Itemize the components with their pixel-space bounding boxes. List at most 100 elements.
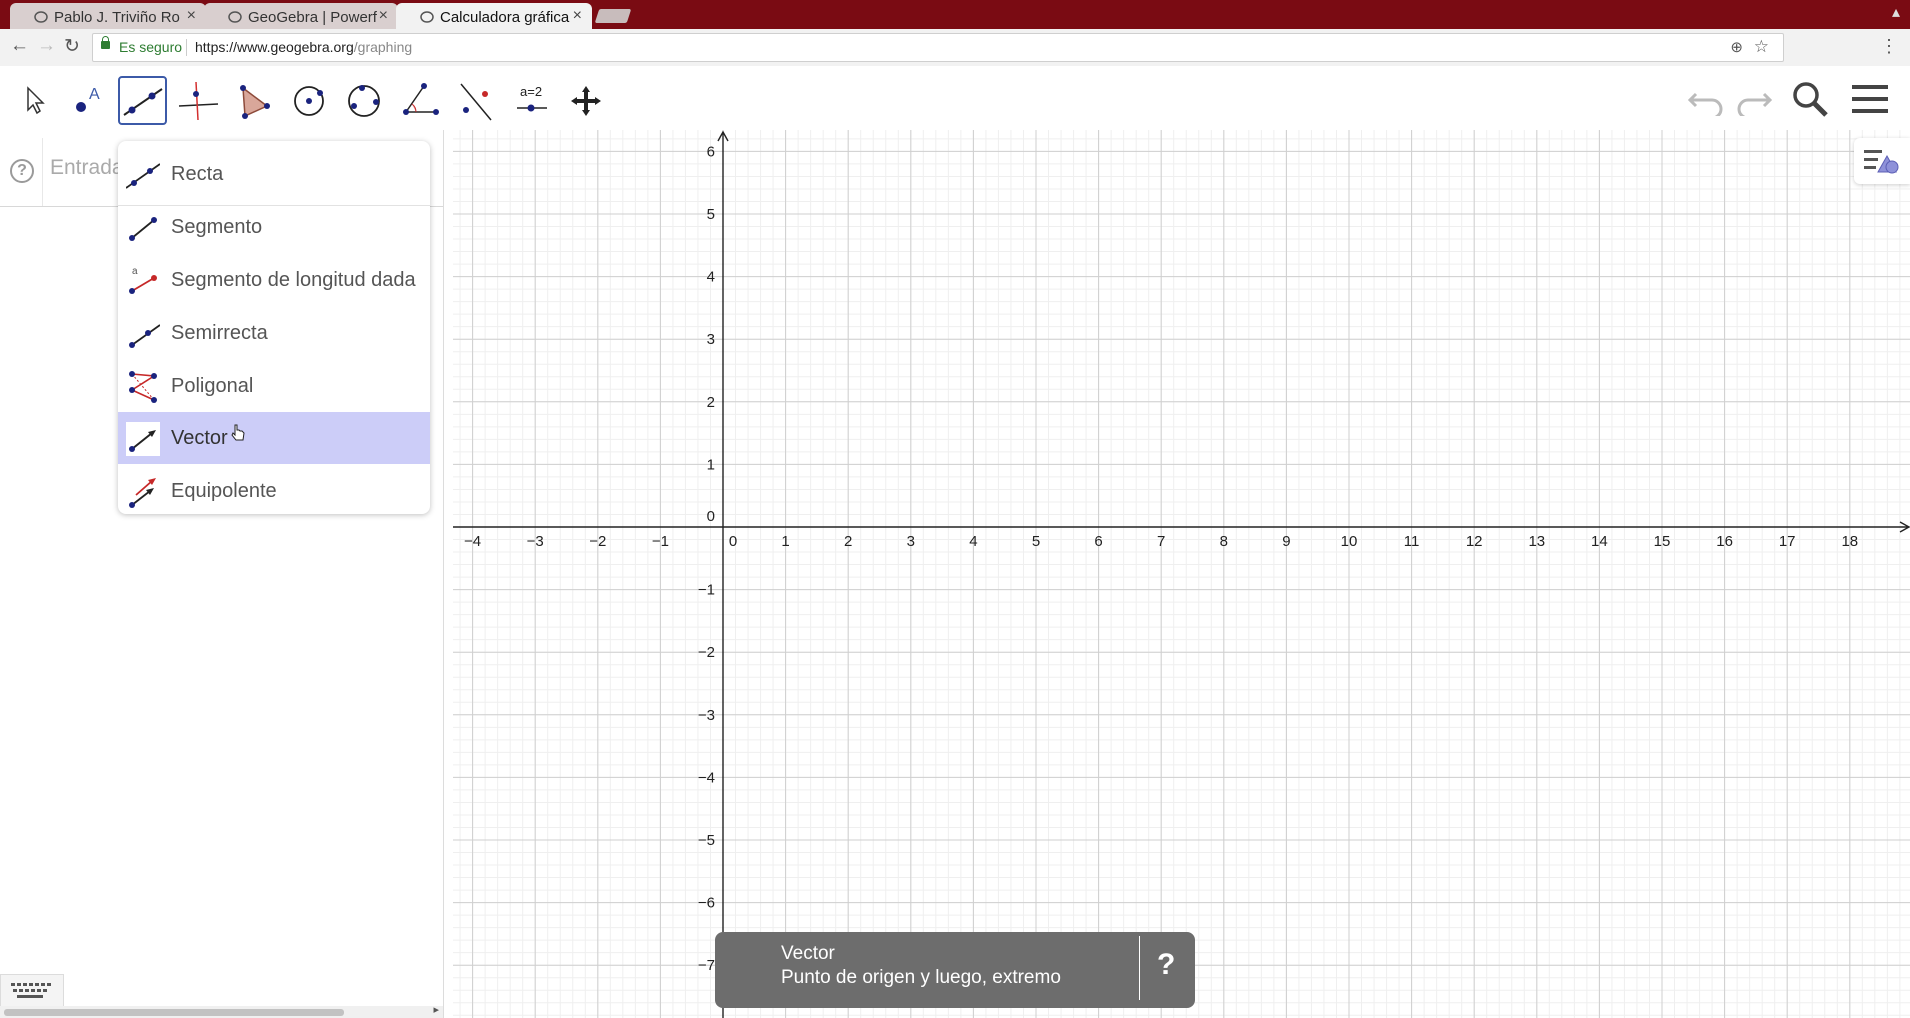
menu-item-segmento[interactable]: Segmento (118, 201, 430, 253)
hamburger-menu-icon[interactable] (1852, 84, 1890, 118)
polygon-tool-button[interactable] (229, 76, 278, 125)
y-tick-label: 0 (707, 508, 715, 525)
x-tick-label: −3 (527, 533, 544, 550)
search-icon[interactable] (1790, 80, 1830, 120)
svg-text:A: A (89, 86, 100, 103)
line-tool-icon (123, 88, 163, 116)
scrollbar-thumb[interactable] (4, 1009, 344, 1016)
slider-tool-icon: a=2 (517, 84, 547, 112)
tool-help-tooltip: Vector Punto de origen y luego, extremo … (715, 932, 1195, 1008)
menu-item-segmento-longitud[interactable]: a Segmento de longitud dada (118, 254, 430, 306)
tooltip-title: Vector (781, 943, 835, 964)
graphics-style-bar-button[interactable] (1854, 138, 1910, 184)
line-tools-dropdown: Recta Segmento a Segmento de longitud da… (118, 141, 430, 514)
x-tick-label: 17 (1779, 533, 1796, 550)
lock-icon (101, 36, 110, 49)
menu-item-equipolente[interactable]: Equipolente (118, 465, 430, 517)
move-tool-button[interactable] (8, 76, 57, 125)
perpendicular-tool-button[interactable] (174, 76, 223, 125)
conic-tool-button[interactable] (340, 76, 389, 125)
tooltip-help-button[interactable]: ? (1157, 948, 1175, 982)
browser-menu-icon[interactable]: ⋮ (1880, 36, 1898, 57)
vector-from-point-icon (129, 478, 156, 508)
y-tick-label: −1 (698, 582, 715, 599)
coordinate-plane[interactable]: −4 −3 −2 −1 0 1 2 3 4 5 6 7 8 9 10 11 12 13 14 15 16 17 186543… (453, 130, 1910, 1018)
x-tick-label: 11 (1404, 533, 1420, 550)
x-tick-label: −2 (589, 533, 606, 550)
tooltip-description: Punto de origen y luego, extremo (781, 967, 1061, 988)
menu-item-poligonal[interactable]: Poligonal (118, 360, 430, 412)
geogebra-favicon-icon (34, 11, 48, 23)
browser-tab-1[interactable]: Pablo J. Triviño Ro × (10, 3, 206, 29)
y-tick-label: 3 (707, 331, 715, 348)
redo-icon[interactable] (1734, 80, 1774, 116)
zoom-icon[interactable]: ⊕ (1730, 34, 1743, 61)
url-field[interactable]: Es seguro https://www.geogebra.org/graph… (92, 33, 1784, 62)
circle-tool-button[interactable] (285, 76, 334, 125)
undo-icon[interactable] (1686, 80, 1726, 116)
address-bar: ← → ↻ Es seguro https://www.geogebra.org… (0, 29, 1910, 67)
security-label: Es seguro (119, 39, 183, 55)
close-tab-icon[interactable]: × (573, 7, 582, 25)
line-icon (126, 163, 160, 189)
menu-item-recta[interactable]: Recta (118, 148, 430, 200)
x-tick-label: 16 (1716, 533, 1733, 550)
x-tick-label: 0 (729, 533, 737, 550)
new-tab-button[interactable] (594, 9, 632, 23)
forward-arrow-icon[interactable]: → (37, 35, 56, 57)
x-tick-label: 15 (1654, 533, 1671, 550)
x-tick-label: 9 (1282, 533, 1290, 550)
slider-tool-button[interactable]: a=2 (507, 76, 556, 125)
hand-cursor-icon (231, 424, 245, 441)
url-text: https://www.geogebra.org/graphing (195, 34, 412, 61)
graphics-view[interactable]: −4 −3 −2 −1 0 1 2 3 4 5 6 7 8 9 10 11 12 13 14 15 16 17 18 6 5 4 3… (453, 130, 1910, 1018)
bookmark-star-icon[interactable]: ☆ (1754, 33, 1769, 60)
line-tool-button[interactable] (118, 76, 167, 125)
x-tick-label: 10 (1341, 533, 1358, 550)
menu-item-label: Equipolente (171, 480, 277, 502)
conic-tool-icon (348, 85, 380, 117)
circle-tool-icon (294, 86, 324, 116)
help-icon[interactable]: ? (10, 159, 34, 183)
window-control-icon[interactable]: ▴ (1892, 2, 1900, 22)
menu-item-label: Semirrecta (171, 322, 268, 344)
x-tick-label: 4 (969, 533, 977, 550)
y-tick-label: 4 (707, 269, 715, 286)
tab-label: Pablo J. Triviño Ro (54, 9, 180, 26)
angle-tool-icon (403, 83, 439, 115)
browser-tab-bar: Pablo J. Triviño Ro × GeoGebra | Powerf … (0, 0, 1910, 29)
menu-item-vector[interactable]: Vector (118, 412, 430, 464)
reflect-tool-icon (460, 83, 492, 121)
menu-item-semirrecta[interactable]: Semirrecta (118, 307, 430, 359)
browser-tab-2[interactable]: GeoGebra | Powerf × (204, 3, 398, 29)
keyboard-button[interactable] (0, 974, 64, 1010)
slider-tool-label: a=2 (520, 84, 542, 99)
x-tick-label: 5 (1032, 533, 1040, 550)
browser-tab-active[interactable]: Calculadora gráfica × (396, 3, 592, 29)
point-tool-button[interactable]: A (63, 76, 112, 125)
back-arrow-icon[interactable]: ← (10, 35, 29, 57)
y-tick-label: 5 (707, 206, 715, 223)
x-tick-label: 14 (1591, 533, 1608, 550)
reflect-tool-button[interactable] (451, 76, 500, 125)
horizontal-scrollbar[interactable]: ▸ (0, 1003, 443, 1018)
y-tick-label: −5 (698, 832, 715, 849)
reload-icon[interactable]: ↻ (64, 35, 80, 58)
menu-item-label: Poligonal (171, 375, 254, 397)
x-tick-label: 3 (907, 533, 915, 550)
angle-tool-button[interactable] (396, 76, 445, 125)
style-bar-icon (1864, 150, 1899, 174)
y-tick-label: −4 (698, 769, 715, 786)
x-tick-label: 7 (1157, 533, 1165, 550)
scroll-right-arrow-icon[interactable]: ▸ (433, 1003, 439, 1016)
algebra-input-field[interactable]: Entrada (50, 156, 124, 180)
y-tick-label: −2 (698, 644, 715, 661)
move-graphics-tool-button[interactable] (562, 76, 611, 125)
y-tick-label: 2 (707, 394, 715, 411)
x-tick-label: 13 (1528, 533, 1545, 550)
close-tab-icon[interactable]: × (187, 7, 196, 25)
perpendicular-tool-icon (178, 81, 219, 121)
point-tool-icon: A (76, 86, 100, 112)
close-tab-icon[interactable]: × (379, 7, 388, 25)
x-tick-label: 12 (1466, 533, 1483, 550)
